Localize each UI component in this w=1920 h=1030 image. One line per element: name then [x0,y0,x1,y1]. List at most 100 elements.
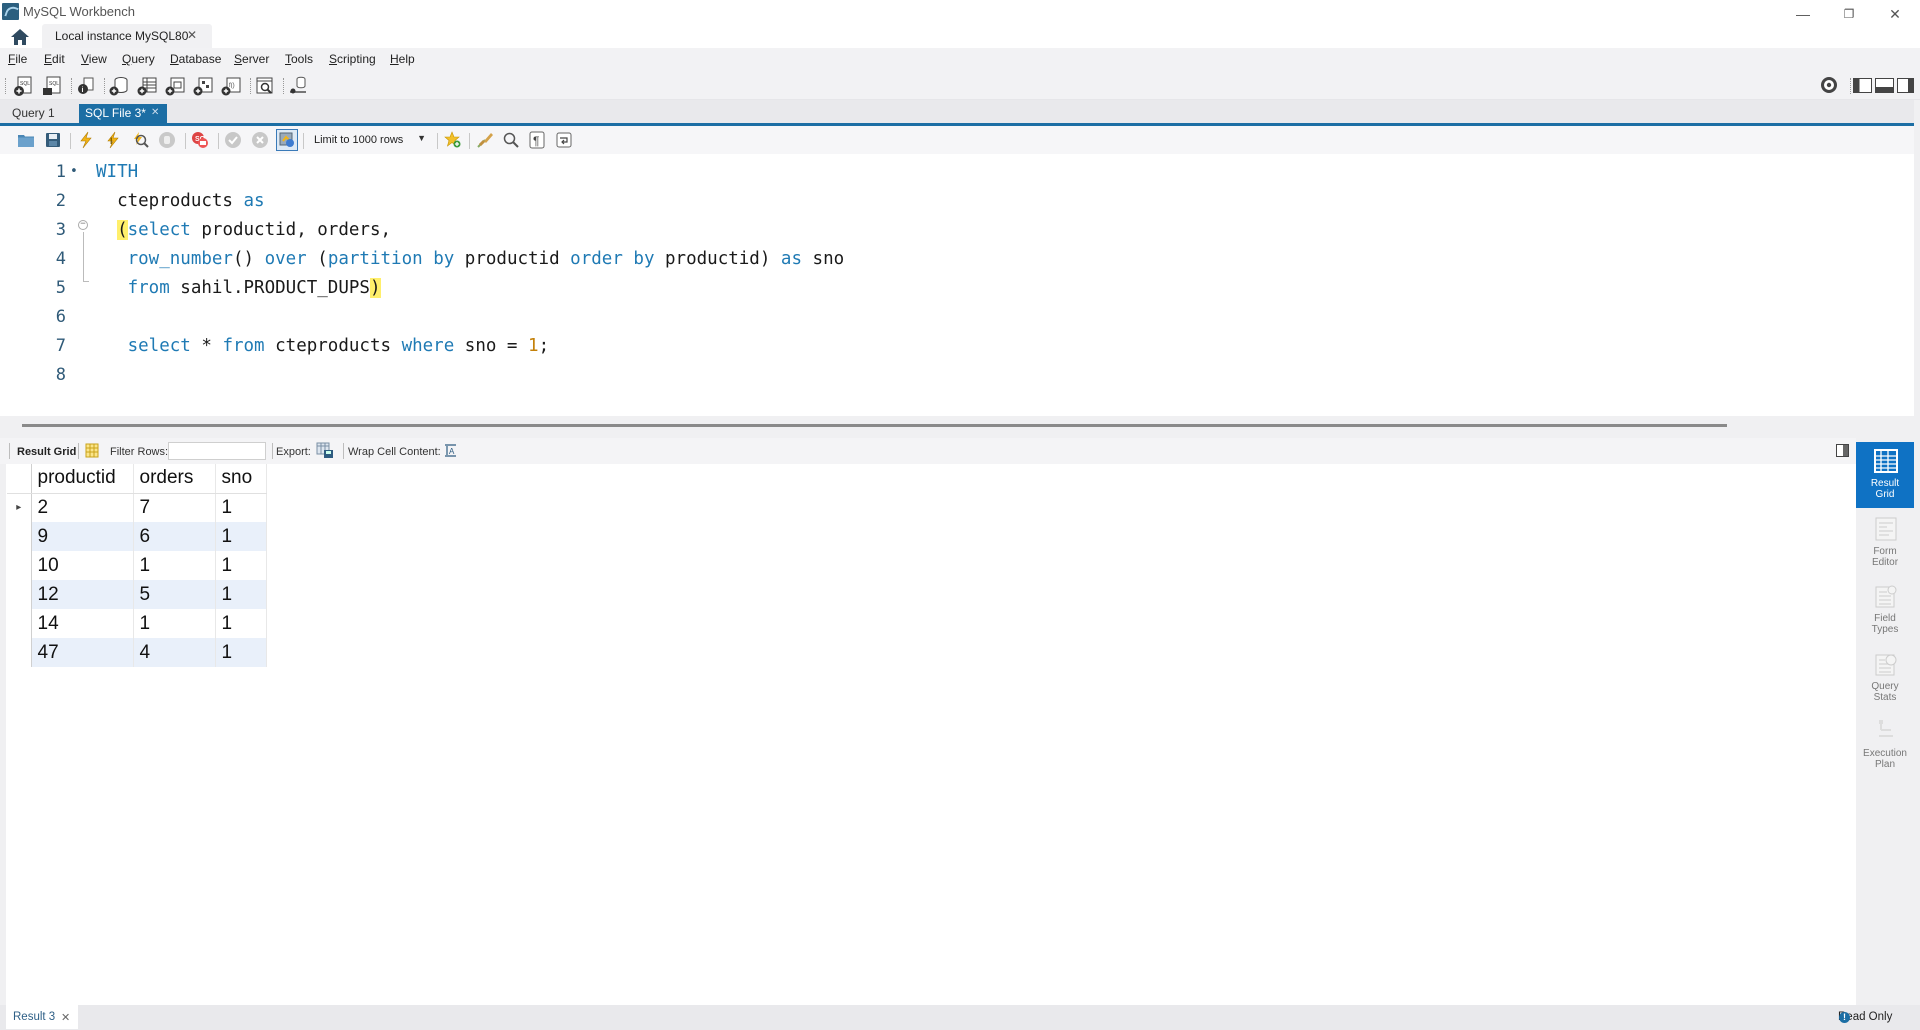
column-header-sno[interactable]: sno [215,464,267,494]
grid-cell-orders[interactable]: 6 [133,522,216,551]
create-function-icon[interactable]: f() [220,75,242,97]
menu-query[interactable]: Query [122,52,155,66]
create-view-icon[interactable] [164,75,186,97]
row-header[interactable] [7,551,32,580]
preferences-icon[interactable] [1820,76,1838,94]
code-line[interactable]: WITH [96,162,138,182]
grid-cell-productid[interactable]: 47 [31,638,134,667]
menu-scripting[interactable]: Scripting [329,52,376,66]
wrap-lines-icon[interactable] [555,131,573,149]
grid-cell-orders[interactable]: 7 [133,493,216,522]
code-line[interactable]: from sahil.PRODUCT_DUPS) [96,278,381,298]
toggle-output-icon[interactable] [1875,78,1894,93]
column-header-productid[interactable]: productid [31,464,134,494]
toggle-sidebar-icon[interactable] [1853,78,1872,93]
close-result-tab-icon[interactable]: ✕ [61,1011,70,1024]
tab-sql-file-3[interactable]: SQL File 3* ✕ [79,104,167,123]
autocommit-toggle[interactable] [276,129,298,151]
grid-cell-orders[interactable]: 1 [133,609,216,638]
connection-tab[interactable]: Local instance MySQL80 ✕ [42,24,212,48]
rollback-icon[interactable] [251,131,269,149]
result-grid[interactable]: productid orders sno ▸ 2 7 1 9 6 1 10 1 1 12 5 1 14 1 1… [7,464,267,667]
menu-server[interactable]: Server [234,52,269,66]
row-header[interactable] [7,638,32,667]
filter-rows-input[interactable] [168,442,266,460]
tab-query-1[interactable]: Query 1 [6,104,61,123]
grid-cell-productid[interactable]: 14 [31,609,134,638]
execute-icon[interactable] [77,131,95,149]
schema-inspector-icon[interactable]: i [75,75,97,97]
table-row[interactable]: 961 [7,522,267,551]
grid-columns-icon[interactable] [85,443,99,458]
commit-icon[interactable] [224,131,242,149]
code-line[interactable]: (select productid, orders, [96,220,391,240]
grid-cell-sno[interactable]: 1 [215,609,267,638]
editor-horizontal-scrollbar[interactable] [22,424,1727,427]
create-procedure-icon[interactable] [192,75,214,97]
table-row[interactable]: 14 1 1 [7,609,267,638]
menu-edit[interactable]: Edit [44,52,65,66]
create-table-icon[interactable] [136,75,158,97]
add-snippet-icon[interactable] [444,131,462,149]
grid-cell-productid[interactable]: 2 [31,493,134,522]
row-header-corner[interactable] [7,464,32,494]
beautify-icon[interactable] [476,131,494,149]
tab-result-3[interactable]: Result 3 ✕ [6,1005,78,1029]
open-sql-script-icon[interactable]: SQL [41,75,63,97]
row-header[interactable] [7,580,32,609]
side-panel-form-editor[interactable]: Form Editor [1856,510,1914,576]
menu-view[interactable]: View [81,52,107,66]
find-icon[interactable] [502,131,520,149]
side-panel-field-types[interactable]: Field Types [1856,577,1914,643]
menu-database[interactable]: Database [170,52,221,66]
grid-cell-sno[interactable]: 1 [215,638,267,667]
row-header[interactable] [7,522,32,551]
grid-cell-sno[interactable]: 1 [215,580,267,609]
explain-icon[interactable] [131,131,149,149]
table-row[interactable]: 47 4 1 [7,638,267,667]
close-connection-tab-icon[interactable]: ✕ [187,28,197,42]
side-panel-result-grid[interactable]: Result Grid [1856,442,1914,508]
reconnect-icon[interactable] [287,75,309,97]
toggle-secondary-sidebar-icon[interactable] [1897,78,1914,93]
grid-cell-productid[interactable]: 10 [31,551,134,580]
grid-cell-productid[interactable]: 12 [31,580,134,609]
table-row[interactable]: 10 1 1 [7,551,267,580]
toggle-side-panel-icon[interactable] [1836,444,1849,457]
side-panel-execution-plan[interactable]: Execution Plan [1856,712,1914,778]
home-button[interactable] [8,26,32,48]
editor-result-splitter[interactable] [0,416,1920,438]
code-line[interactable]: row_number() over (partition by producti… [96,249,845,269]
code-line[interactable]: cteproducts as [96,191,265,211]
fold-toggle-icon[interactable]: − [78,220,88,230]
menu-help[interactable]: Help [390,52,415,66]
create-schema-icon[interactable] [108,75,130,97]
stop-icon[interactable] [158,131,176,149]
new-sql-tab-icon[interactable]: SQL [12,75,34,97]
grid-cell-orders[interactable]: 4 [133,638,216,667]
sql-editor[interactable]: 1 2 3 4 5 6 7 8 • − WITH cteproducts as (select … [6,154,1914,416]
table-row[interactable]: ▸ 2 7 1 [7,493,267,522]
wrap-cell-content-icon[interactable]: A [444,444,457,457]
table-row[interactable]: 12 5 1 [7,580,267,609]
side-panel-query-stats[interactable]: Query Stats [1856,645,1914,711]
row-header[interactable] [7,609,32,638]
invisible-chars-icon[interactable]: ¶ [528,131,546,149]
open-file-icon[interactable] [17,131,35,149]
menu-tools[interactable]: Tools [285,52,313,66]
grid-cell-orders[interactable]: 1 [133,551,216,580]
execute-current-icon[interactable]: I [104,131,122,149]
column-header-orders[interactable]: orders [133,464,216,494]
grid-cell-sno[interactable]: 1 [215,522,267,551]
grid-cell-orders[interactable]: 5 [133,580,216,609]
grid-cell-sno[interactable]: 1 [215,551,267,580]
export-icon[interactable] [316,442,334,459]
toggle-continue-on-error-icon[interactable]: SQ [191,131,209,149]
row-header[interactable]: ▸ [7,493,32,522]
grid-cell-sno[interactable]: 1 [215,493,267,522]
limit-rows-select[interactable]: Limit to 1000 rows ▼ [306,131,430,149]
save-icon[interactable] [44,131,62,149]
search-table-data-icon[interactable] [254,75,276,97]
close-tab-icon[interactable]: ✕ [151,107,159,118]
grid-cell-productid[interactable]: 9 [31,522,134,551]
